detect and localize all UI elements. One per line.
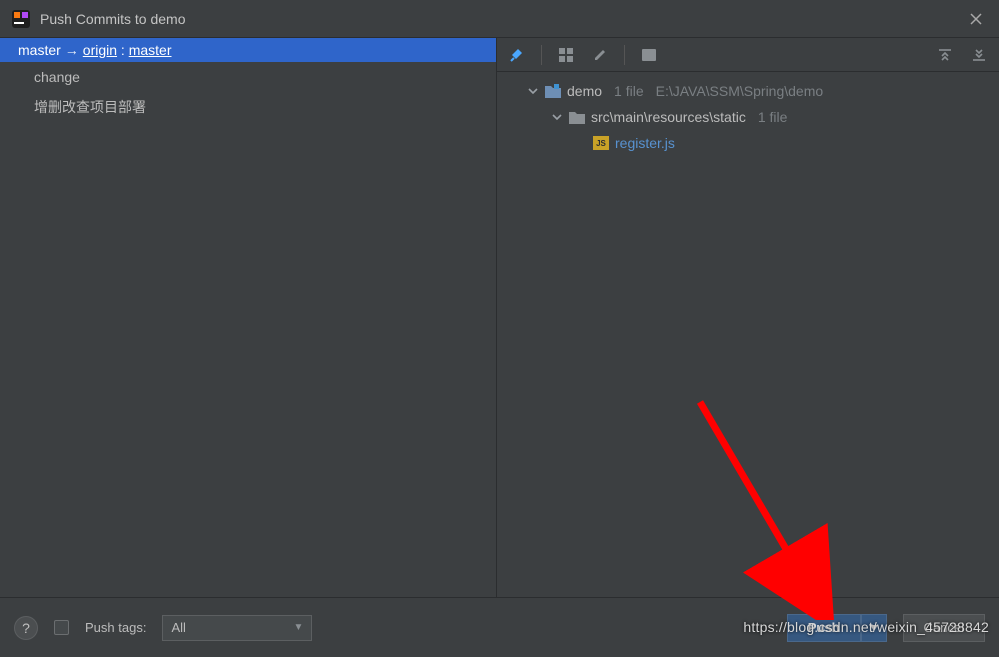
collapse-all-icon[interactable] [969, 45, 989, 65]
tree-file-row[interactable]: JS register.js [505, 130, 991, 156]
local-branch-label: master [18, 42, 61, 58]
branch-row[interactable]: master → origin : master [0, 38, 496, 62]
cancel-button[interactable]: Cancel [903, 614, 985, 642]
push-tags-value: All [171, 620, 185, 635]
push-button[interactable]: Push [787, 614, 861, 642]
app-icon [12, 10, 30, 28]
help-icon[interactable]: ? [14, 616, 38, 640]
push-tags-select[interactable]: All ▼ [162, 615, 312, 641]
push-button-dropdown[interactable] [861, 614, 887, 642]
push-tags-checkbox[interactable] [54, 620, 69, 635]
tree-project-row[interactable]: demo 1 file E:\JAVA\SSM\Spring\demo [505, 78, 991, 104]
file-name: register.js [615, 135, 675, 151]
changes-pane: demo 1 file E:\JAVA\SSM\Spring\demo src\… [497, 38, 999, 597]
chevron-down-icon[interactable] [551, 112, 563, 122]
push-button-group: Push [787, 614, 887, 642]
remote-branch-name[interactable]: master [129, 42, 172, 58]
grid-view-icon[interactable] [556, 45, 576, 65]
titlebar: Push Commits to demo [0, 0, 999, 38]
toolbar-separator [541, 45, 542, 65]
project-name: demo [567, 83, 602, 99]
dialog-footer: ? Push tags: All ▼ Push Cancel [0, 597, 999, 657]
window-title: Push Commits to demo [40, 11, 965, 27]
file-tree: demo 1 file E:\JAVA\SSM\Spring\demo src\… [497, 72, 999, 162]
toolbar-separator [624, 45, 625, 65]
chevron-down-icon[interactable] [527, 86, 539, 96]
preview-icon[interactable] [639, 45, 659, 65]
arrow-right-icon: → [65, 42, 79, 58]
folder-icon [569, 110, 585, 124]
js-file-icon: JS [593, 136, 609, 150]
project-path: E:\JAVA\SSM\Spring\demo [656, 83, 824, 99]
chevron-down-icon: ▼ [294, 622, 304, 633]
main-area: master → origin : master change 增删改查项目部署 [0, 38, 999, 597]
branch-colon: : [117, 42, 129, 58]
tree-folder-row[interactable]: src\main\resources\static 1 file [505, 104, 991, 130]
commits-pane: master → origin : master change 增删改查项目部署 [0, 38, 497, 597]
commit-item[interactable]: 增删改查项目部署 [0, 92, 496, 122]
expand-all-icon[interactable] [935, 45, 955, 65]
edit-icon[interactable] [590, 45, 610, 65]
push-tags-label: Push tags: [85, 620, 146, 635]
pin-icon[interactable] [507, 45, 527, 65]
folder-file-count: 1 file [758, 109, 788, 125]
project-file-count: 1 file [614, 83, 644, 99]
remote-name[interactable]: origin [83, 42, 117, 58]
changes-toolbar [497, 38, 999, 72]
commit-item[interactable]: change [0, 62, 496, 92]
project-folder-icon [545, 84, 561, 98]
folder-name: src\main\resources\static [591, 109, 746, 125]
close-icon[interactable] [965, 8, 987, 30]
